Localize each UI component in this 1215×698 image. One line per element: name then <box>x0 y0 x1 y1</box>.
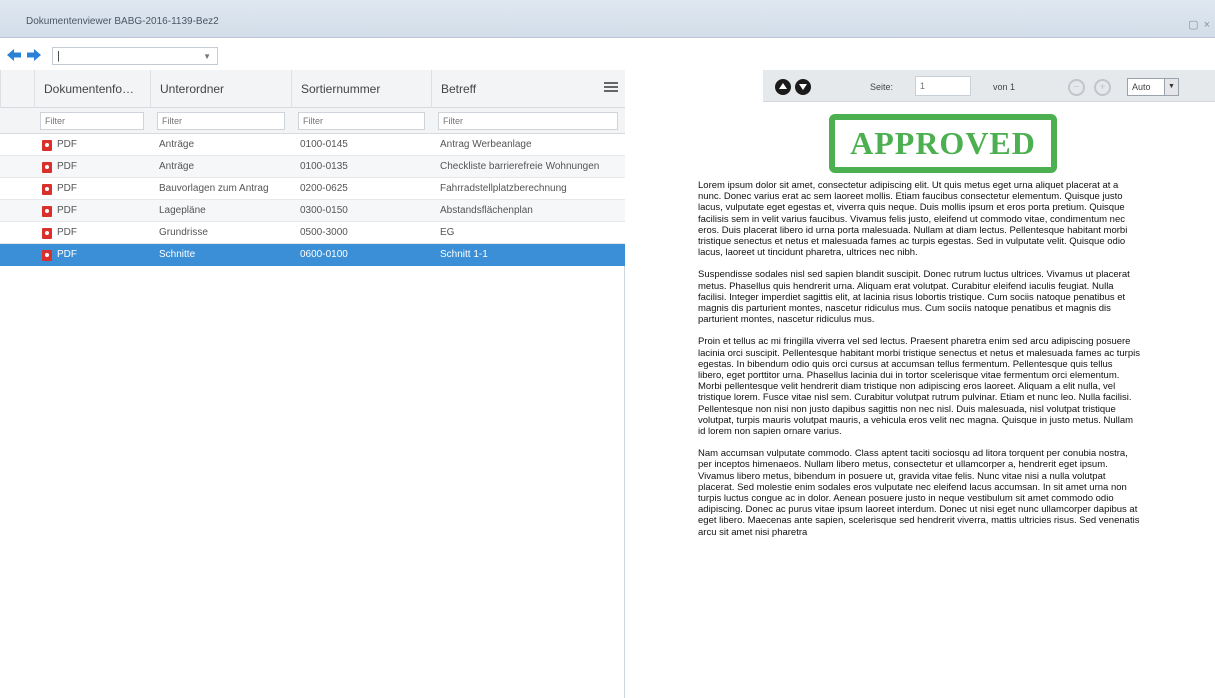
cell-type: PDF <box>57 227 77 238</box>
pdf-file-icon <box>42 228 52 239</box>
cell-type: PDF <box>57 161 77 172</box>
cell-sortiernummer: 0600-0100 <box>300 249 348 260</box>
document-list-pane: Dokumentenfo… Unterordner Sortiernummer … <box>0 70 625 698</box>
cell-sortiernummer: 0100-0135 <box>300 161 348 172</box>
cell-type: PDF <box>57 249 77 260</box>
forward-arrow-icon[interactable] <box>26 47 42 63</box>
cell-type: PDF <box>57 139 77 150</box>
navigation-bar: | ▼ <box>0 42 220 68</box>
document-paragraph: Lorem ipsum dolor sit amet, consectetur … <box>698 180 1128 259</box>
approved-stamp: APPROVED <box>829 114 1057 173</box>
filter-input-betreff[interactable] <box>438 112 618 130</box>
zoom-select[interactable]: Auto ▼ <box>1127 78 1179 96</box>
grid-header: Dokumentenfo… Unterordner Sortiernummer … <box>0 70 625 108</box>
filter-input-sortiernummer[interactable] <box>298 112 425 130</box>
cell-sortiernummer: 0300-0150 <box>300 205 348 216</box>
cell-betreff: Fahrradstellplatzberechnung <box>440 183 567 194</box>
column-header-unterordner[interactable]: Unterordner <box>150 70 291 108</box>
cell-type: PDF <box>57 183 77 194</box>
document-body: Lorem ipsum dolor sit amet, consectetur … <box>698 180 1141 549</box>
pdf-file-icon <box>42 162 52 173</box>
cell-betreff: EG <box>440 227 455 238</box>
pdf-file-icon <box>42 250 52 261</box>
cell-unterordner: Grundrisse <box>159 227 208 238</box>
cell-betreff: Abstandsflächenplan <box>440 205 533 216</box>
table-row[interactable]: PDF Bauvorlagen zum Antrag 0200-0625 Fah… <box>0 178 625 200</box>
header-spacer <box>0 70 34 108</box>
zoom-out-icon[interactable]: − <box>1068 79 1085 96</box>
table-row[interactable]: PDF Grundrisse 0500-3000 EG <box>0 222 625 244</box>
cell-type: PDF <box>57 205 77 216</box>
table-row[interactable]: PDF Lagepläne 0300-0150 Abstandsflächenp… <box>0 200 625 222</box>
cell-unterordner: Anträge <box>159 139 195 150</box>
document-paragraph: Proin et tellus ac mi fringilla viverra … <box>698 336 1140 438</box>
cell-sortiernummer: 0100-0145 <box>300 139 348 150</box>
combobox-value: | <box>57 50 60 62</box>
viewer-toolbar: Seite: von 1 − + Auto ▼ <box>763 70 1215 102</box>
pdf-file-icon <box>42 206 52 217</box>
cell-sortiernummer: 0500-3000 <box>300 227 348 238</box>
document-paragraph: Nam accumsan vulputate commodo. Class ap… <box>698 448 1140 538</box>
previous-page-icon[interactable] <box>775 79 791 95</box>
filter-input-unterordner[interactable] <box>157 112 285 130</box>
zoom-in-icon[interactable]: + <box>1094 79 1111 96</box>
column-header-sortiernummer[interactable]: Sortiernummer <box>291 70 431 108</box>
page-number-input[interactable] <box>915 76 971 96</box>
table-row[interactable]: PDF Anträge 0100-0135 Checkliste barrier… <box>0 156 625 178</box>
title-bar: Dokumentenviewer BABG-2016-1139-Bez2 ▢ × <box>0 0 1215 38</box>
column-header-betreff[interactable]: Betreff <box>431 70 625 108</box>
cell-sortiernummer: 0200-0625 <box>300 183 348 194</box>
cell-unterordner: Anträge <box>159 161 195 172</box>
cell-unterordner: Schnitte <box>159 249 196 260</box>
page-count-label: von 1 <box>993 82 1016 92</box>
cell-unterordner: Bauvorlagen zum Antrag <box>159 183 269 194</box>
column-header-dokumentenformat[interactable]: Dokumentenfo… <box>34 70 150 108</box>
column-menu-icon[interactable] <box>604 80 618 96</box>
filter-input-dokumentenformat[interactable] <box>40 112 144 130</box>
cell-betreff: Checkliste barrierefreie Wohnungen <box>440 161 600 172</box>
table-row-selected[interactable]: PDF Schnitte 0600-0100 Schnitt 1-1 <box>0 244 625 266</box>
table-row[interactable]: PDF Anträge 0100-0145 Antrag Werbeanlage <box>0 134 625 156</box>
pdf-file-icon <box>42 184 52 195</box>
window-title: Dokumentenviewer BABG-2016-1139-Bez2 <box>26 16 219 27</box>
chevron-down-icon[interactable]: ▼ <box>1164 79 1178 95</box>
cell-betreff: Schnitt 1-1 <box>440 249 488 260</box>
zoom-value: Auto <box>1132 82 1151 92</box>
cell-unterordner: Lagepläne <box>159 205 206 216</box>
back-arrow-icon[interactable] <box>6 47 22 63</box>
document-combobox[interactable]: | ▼ <box>52 47 218 65</box>
document-page: APPROVED Lorem ipsum dolor sit amet, con… <box>640 102 1215 698</box>
next-page-icon[interactable] <box>795 79 811 95</box>
window-controls[interactable]: ▢ × <box>1188 18 1211 31</box>
filter-row <box>0 108 625 134</box>
document-paragraph: Suspendisse sodales nisl sed sapien blan… <box>698 269 1130 326</box>
cell-betreff: Antrag Werbeanlage <box>440 139 532 150</box>
pdf-file-icon <box>42 140 52 151</box>
chevron-down-icon[interactable]: ▼ <box>203 49 211 65</box>
page-label: Seite: <box>870 82 894 92</box>
